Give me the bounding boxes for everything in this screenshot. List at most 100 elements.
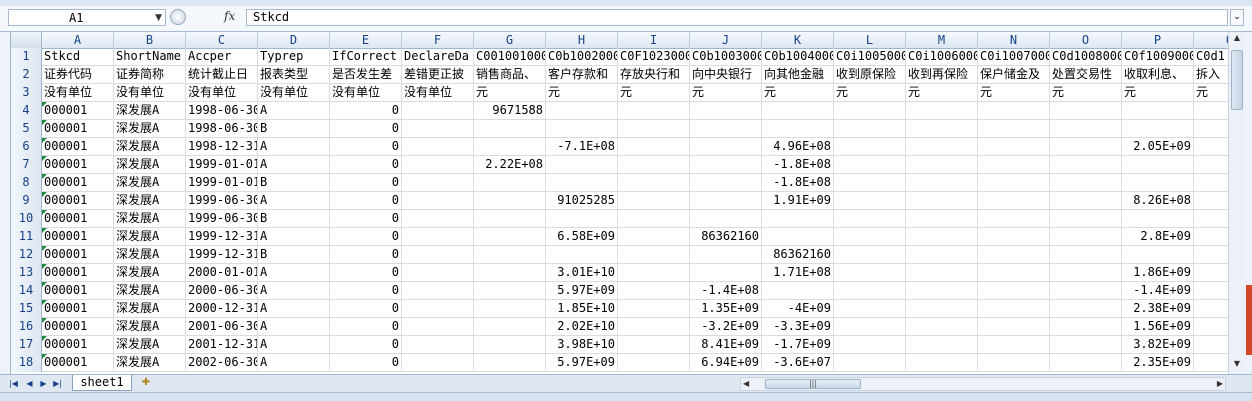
cell-L13[interactable]	[834, 264, 906, 281]
cell-M1[interactable]: C0i1006000	[906, 48, 978, 65]
column-header-F[interactable]: F	[402, 32, 474, 48]
cell-A9[interactable]: 000001	[42, 192, 114, 209]
row-header[interactable]: 13	[11, 264, 42, 282]
cell-B13[interactable]: 深发展A	[114, 264, 186, 281]
column-header-Q[interactable]: Q	[1194, 32, 1229, 48]
cell-B16[interactable]: 深发展A	[114, 318, 186, 335]
cell-P8[interactable]	[1122, 174, 1194, 191]
cell-K5[interactable]	[762, 120, 834, 137]
cell-K12[interactable]: 86362160	[762, 246, 834, 263]
cell-N15[interactable]	[978, 300, 1050, 317]
cell-L17[interactable]	[834, 336, 906, 353]
cell-H12[interactable]	[546, 246, 618, 263]
cell-B14[interactable]: 深发展A	[114, 282, 186, 299]
cell-J10[interactable]	[690, 210, 762, 227]
cell-E4[interactable]: 0	[330, 102, 402, 119]
cell-L1[interactable]: C0i1005000	[834, 48, 906, 65]
cell-B6[interactable]: 深发展A	[114, 138, 186, 155]
cell-G12[interactable]	[474, 246, 546, 263]
cell-K14[interactable]	[762, 282, 834, 299]
cell-P16[interactable]: 1.56E+09	[1122, 318, 1194, 335]
cell-P10[interactable]	[1122, 210, 1194, 227]
cell-A5[interactable]: 000001	[42, 120, 114, 137]
cell-K2[interactable]: 向其他金融	[762, 66, 834, 83]
column-header-E[interactable]: E	[330, 32, 402, 48]
cell-K13[interactable]: 1.71E+08	[762, 264, 834, 281]
cell-D16[interactable]: A	[258, 318, 330, 335]
vertical-scroll-thumb[interactable]	[1231, 50, 1243, 110]
cell-C11[interactable]: 1999-12-31	[186, 228, 258, 245]
cell-G5[interactable]	[474, 120, 546, 137]
cell-E8[interactable]: 0	[330, 174, 402, 191]
cell-Q17[interactable]	[1194, 336, 1229, 353]
cell-B12[interactable]: 深发展A	[114, 246, 186, 263]
cell-H8[interactable]	[546, 174, 618, 191]
cell-N1[interactable]: C0i1007000	[978, 48, 1050, 65]
cell-F3[interactable]: 没有单位	[402, 84, 474, 101]
cell-N7[interactable]	[978, 156, 1050, 173]
cell-B15[interactable]: 深发展A	[114, 300, 186, 317]
cell-I7[interactable]	[618, 156, 690, 173]
cell-J15[interactable]: 1.35E+09	[690, 300, 762, 317]
cell-M14[interactable]	[906, 282, 978, 299]
cell-C18[interactable]: 2002-06-30	[186, 354, 258, 371]
cell-L9[interactable]	[834, 192, 906, 209]
cell-E2[interactable]: 是否发生差	[330, 66, 402, 83]
cell-K10[interactable]	[762, 210, 834, 227]
cell-F9[interactable]	[402, 192, 474, 209]
column-header-B[interactable]: B	[114, 32, 186, 48]
cell-H7[interactable]	[546, 156, 618, 173]
cell-J16[interactable]: -3.2E+09	[690, 318, 762, 335]
cell-F8[interactable]	[402, 174, 474, 191]
cell-Q15[interactable]	[1194, 300, 1229, 317]
cell-B10[interactable]: 深发展A	[114, 210, 186, 227]
cell-M17[interactable]	[906, 336, 978, 353]
cell-P11[interactable]: 2.8E+09	[1122, 228, 1194, 245]
cell-E12[interactable]: 0	[330, 246, 402, 263]
cell-O14[interactable]	[1050, 282, 1122, 299]
cell-J7[interactable]	[690, 156, 762, 173]
cell-L3[interactable]: 元	[834, 84, 906, 101]
cell-B8[interactable]: 深发展A	[114, 174, 186, 191]
cell-J8[interactable]	[690, 174, 762, 191]
cell-O17[interactable]	[1050, 336, 1122, 353]
cell-O11[interactable]	[1050, 228, 1122, 245]
cell-A15[interactable]: 000001	[42, 300, 114, 317]
cell-H1[interactable]: C0b1002000	[546, 48, 618, 65]
cell-N5[interactable]	[978, 120, 1050, 137]
cell-P12[interactable]	[1122, 246, 1194, 263]
cell-P13[interactable]: 1.86E+09	[1122, 264, 1194, 281]
cell-A12[interactable]: 000001	[42, 246, 114, 263]
cell-D15[interactable]: A	[258, 300, 330, 317]
cell-E5[interactable]: 0	[330, 120, 402, 137]
cell-G18[interactable]	[474, 354, 546, 371]
horizontal-scroll-thumb[interactable]: |||	[765, 379, 861, 389]
cell-B5[interactable]: 深发展A	[114, 120, 186, 137]
cell-J13[interactable]	[690, 264, 762, 281]
cell-C1[interactable]: Accper	[186, 48, 258, 65]
cell-D7[interactable]: A	[258, 156, 330, 173]
cell-Q6[interactable]	[1194, 138, 1229, 155]
vertical-scrollbar[interactable]: ▲ ▼	[1228, 32, 1246, 374]
cell-C8[interactable]: 1999-01-01	[186, 174, 258, 191]
cell-G14[interactable]	[474, 282, 546, 299]
cell-Q16[interactable]	[1194, 318, 1229, 335]
sheet-tab-sheet1[interactable]: sheet1	[72, 375, 132, 391]
chevron-down-icon[interactable]: ▼	[155, 10, 162, 27]
prev-sheet-icon[interactable]: ◀	[24, 377, 35, 390]
cell-I13[interactable]	[618, 264, 690, 281]
cell-M12[interactable]	[906, 246, 978, 263]
cell-A3[interactable]: 没有单位	[42, 84, 114, 101]
cell-C3[interactable]: 没有单位	[186, 84, 258, 101]
cell-F13[interactable]	[402, 264, 474, 281]
cell-A17[interactable]: 000001	[42, 336, 114, 353]
cell-B3[interactable]: 没有单位	[114, 84, 186, 101]
row-header[interactable]: 6	[11, 138, 42, 156]
cell-N4[interactable]	[978, 102, 1050, 119]
cell-M16[interactable]	[906, 318, 978, 335]
cell-N13[interactable]	[978, 264, 1050, 281]
column-header-M[interactable]: M	[906, 32, 978, 48]
cell-L6[interactable]	[834, 138, 906, 155]
cell-Q8[interactable]	[1194, 174, 1229, 191]
cell-O15[interactable]	[1050, 300, 1122, 317]
